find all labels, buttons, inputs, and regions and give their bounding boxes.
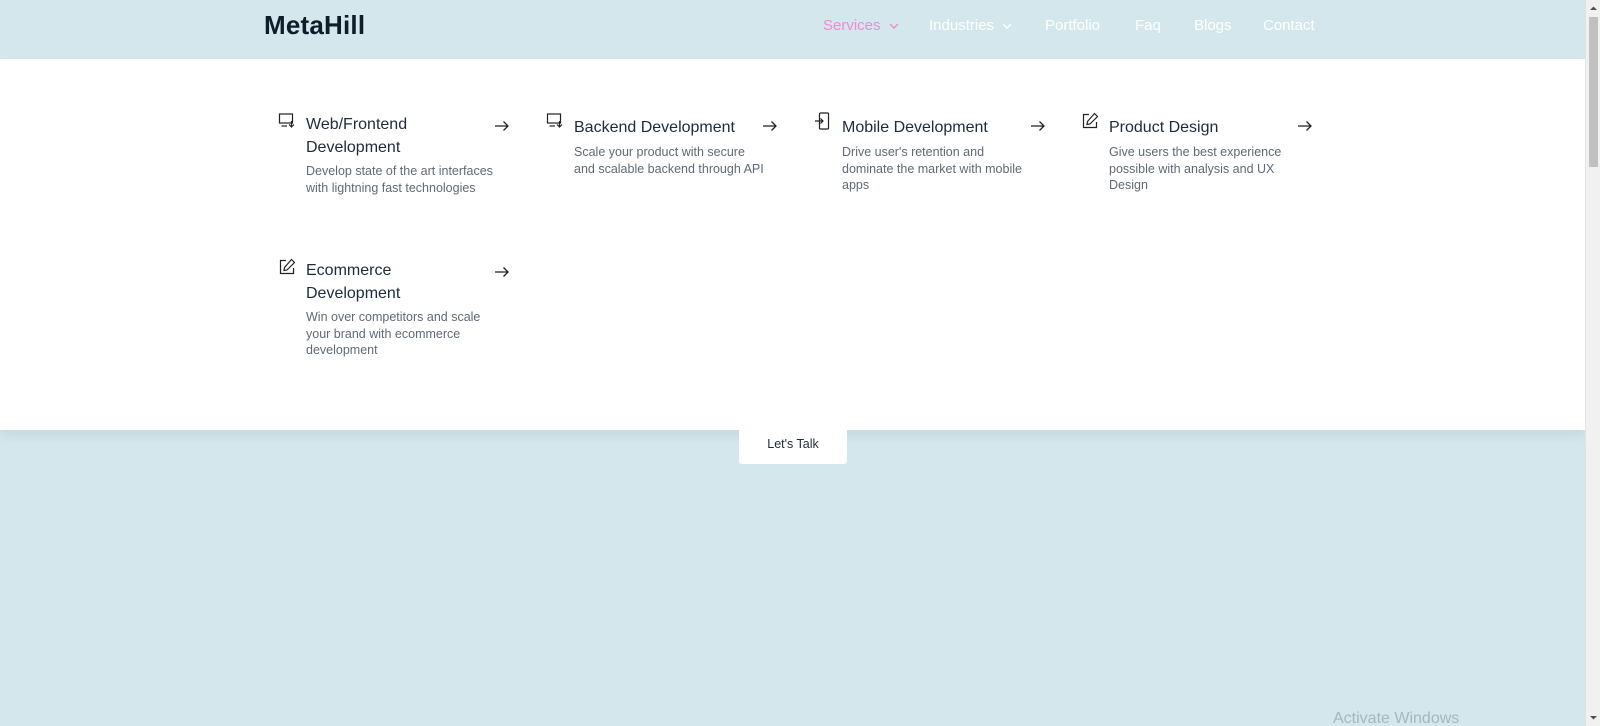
service-description: Scale your product with secure and scala… (574, 145, 764, 176)
chevron-down-icon (1001, 20, 1013, 32)
service-description: Give users the best experience possible … (1109, 145, 1282, 192)
nav-item-label: Industries (929, 17, 995, 34)
service-title: Ecommerce Development (306, 262, 401, 302)
arrow-right-icon[interactable] (494, 120, 510, 132)
pencil-square-icon (278, 258, 296, 276)
monitor-download-icon (278, 112, 296, 130)
nav-item-portfolio[interactable]: Portfolio (1045, 17, 1100, 34)
service-description: Drive user's retention and dominate the … (842, 145, 1022, 192)
lets-talk-button[interactable]: Let's Talk (739, 424, 847, 464)
service-card-ecommerce[interactable]: Ecommerce Development Win over competito… (278, 258, 510, 358)
service-title: Backend Development (574, 119, 735, 136)
service-description: Win over competitors and scale your bran… (306, 310, 481, 357)
arrow-right-icon[interactable] (1297, 120, 1313, 132)
pencil-square-icon (1081, 112, 1099, 130)
service-title: Product Design (1109, 119, 1219, 136)
scroll-down-icon[interactable] (1589, 713, 1598, 722)
arrow-right-icon[interactable] (1030, 120, 1046, 132)
nav-item-label: Services (823, 17, 881, 34)
page-scrollbar[interactable] (1585, 0, 1600, 726)
main-nav: Services Industries Portfolio Faq Blogs … (0, 17, 1585, 41)
service-title: Mobile Development (842, 119, 988, 136)
scroll-up-icon[interactable] (1589, 4, 1598, 13)
chevron-down-icon (888, 20, 900, 32)
nav-item-label: Portfolio (1045, 17, 1101, 34)
service-description: Develop state of the art interfaces with… (306, 164, 493, 195)
arrow-right-icon[interactable] (494, 266, 510, 278)
site-header: MetaHill Services Industries Portfolio F… (0, 0, 1585, 59)
service-card-web-frontend[interactable]: Web/Frontend Development Develop state o… (278, 112, 510, 212)
nav-item-faq[interactable]: Faq (1135, 17, 1161, 34)
nav-item-label: Faq (1135, 17, 1161, 34)
nav-item-contact[interactable]: Contact (1263, 17, 1315, 34)
nav-item-label: Contact (1263, 17, 1315, 34)
service-card-product-design[interactable]: Product Design Give users the best exper… (1081, 112, 1313, 192)
services-dropdown: Web/Frontend Development Develop state o… (0, 59, 1585, 430)
nav-item-label: Blogs (1194, 17, 1232, 34)
nav-item-blogs[interactable]: Blogs (1194, 17, 1232, 34)
service-card-backend[interactable]: Backend Development Scale your product w… (546, 112, 778, 192)
scrollbar-thumb[interactable] (1589, 17, 1598, 167)
nav-item-industries[interactable]: Industries (929, 17, 1013, 34)
arrow-right-icon[interactable] (762, 120, 778, 132)
activate-windows-watermark: Activate Windows (1333, 710, 1460, 726)
service-title: Web/Frontend Development (306, 116, 408, 156)
service-card-mobile[interactable]: Mobile Development Drive user's retentio… (814, 112, 1046, 192)
phone-login-icon (814, 112, 832, 130)
monitor-download-icon (546, 112, 564, 130)
nav-item-services[interactable]: Services (823, 17, 900, 34)
